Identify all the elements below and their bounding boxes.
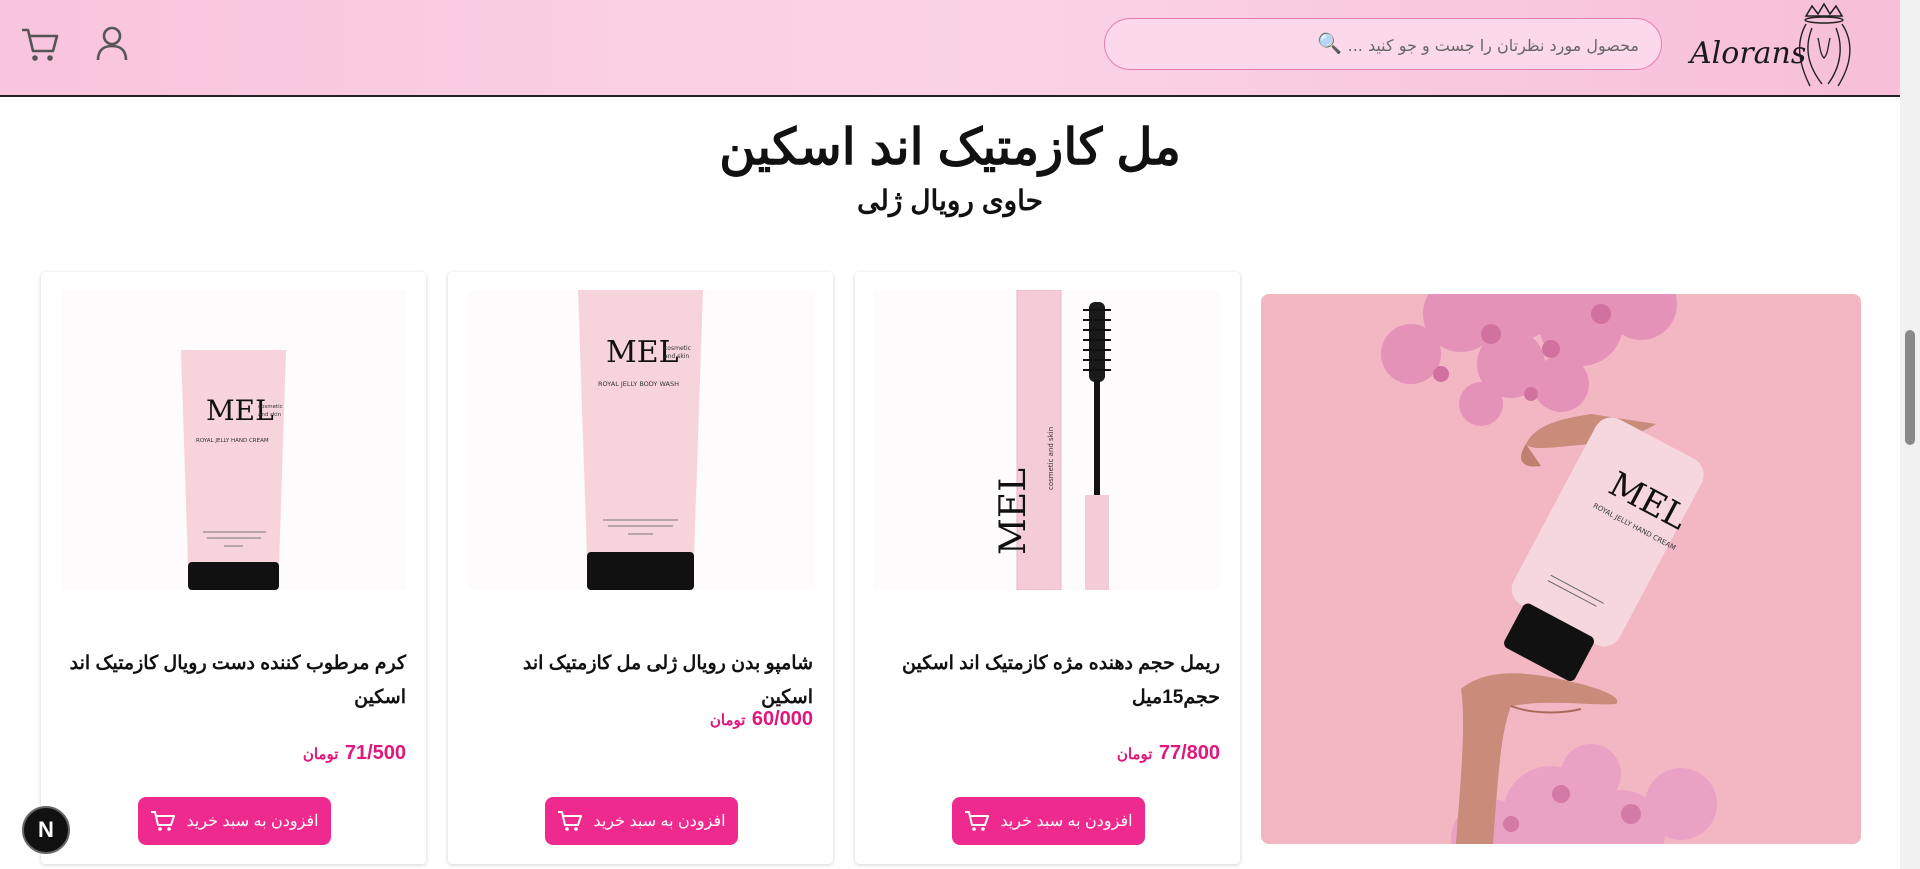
cart-icon[interactable] (20, 24, 60, 64)
svg-text:MEL: MEL (206, 394, 274, 427)
add-to-cart-button[interactable]: افزودن به سبد خرید (545, 797, 738, 845)
product-image[interactable]: MEL cosmetic and skin ROYAL JELLY HAND C… (61, 290, 406, 590)
price-currency: تومان (709, 712, 746, 729)
user-icon[interactable] (92, 24, 132, 64)
svg-text:and skin: and skin (258, 412, 282, 418)
svg-text:MEL: MEL (993, 468, 1034, 555)
add-to-cart-button[interactable]: افزودن به سبد خرید (138, 797, 331, 845)
price-value: 77/800 (1158, 742, 1220, 764)
banner-image: MEL ROYAL JELLY HAND CREAM (1261, 294, 1861, 844)
add-to-cart-label: افزودن به سبد خرید (186, 813, 319, 830)
search-input[interactable] (1337, 30, 1641, 60)
svg-text:and skin: and skin (664, 353, 689, 360)
hand-cream-image: MEL cosmetic and skin ROYAL JELLY HAND C… (61, 290, 406, 590)
body-wash-image: MEL cosmetic and skin ROYAL JELLY BODY W… (468, 290, 813, 590)
section-subtitle: حاوی رویال ژلی (857, 185, 1043, 216)
scrollbar-thumb[interactable] (1905, 330, 1915, 445)
svg-text:cosmetic: cosmetic (258, 404, 283, 410)
page-scrollbar[interactable] (1900, 0, 1920, 869)
search-icon[interactable]: 🔍 (1317, 31, 1342, 55)
cart-icon (558, 811, 583, 831)
product-card[interactable]: MEL cosmetic and skin ROYAL JELLY BODY W… (448, 272, 833, 864)
promo-banner[interactable]: MEL ROYAL JELLY HAND CREAM (1261, 294, 1861, 844)
product-image[interactable]: MEL cosmetic and skin ROYAL JELLY BODY W… (468, 290, 813, 590)
price-currency: تومان (1116, 746, 1153, 763)
svg-text:cosmetic and skin: cosmetic and skin (1047, 427, 1055, 490)
add-to-cart-button[interactable]: افزودن به سبد خرید (952, 797, 1145, 845)
svg-text:cosmetic: cosmetic (664, 345, 691, 352)
product-price: 71/500 تومان (66, 742, 406, 765)
product-price: 77/800 تومان (880, 742, 1220, 765)
logo-emblem (1798, 2, 1851, 87)
svg-text:ROYAL JELLY BODY WASH: ROYAL JELLY BODY WASH (598, 380, 679, 388)
product-card[interactable]: MEL cosmetic and skin ROYAL JELLY HAND C… (41, 272, 426, 864)
price-currency: تومان (302, 746, 339, 763)
product-name[interactable]: ریمل حجم دهنده مژه کازمتیک اند اسکین حجم… (880, 647, 1220, 715)
price-value: 60/000 (751, 708, 813, 730)
site-logo[interactable]: Alorans (1690, 2, 1860, 90)
cart-icon (965, 811, 990, 831)
price-value: 71/500 (344, 742, 406, 764)
product-price: 60/000 تومان (473, 708, 813, 731)
floating-action-button[interactable]: N (22, 806, 70, 854)
site-header: Alorans 🔍 (0, 0, 1900, 97)
add-to-cart-label: افزودن به سبد خرید (593, 813, 726, 830)
svg-text:ROYAL JELLY HAND CREAM: ROYAL JELLY HAND CREAM (196, 438, 269, 444)
product-image[interactable]: MEL cosmetic and skin (875, 289, 1220, 591)
section-title: مل کازمتیک اند اسکین (719, 119, 1181, 175)
mascara-image: MEL cosmetic and skin (875, 289, 1220, 591)
search-bar[interactable]: 🔍 (1104, 18, 1662, 70)
fab-label: N (38, 817, 54, 842)
add-to-cart-label: افزودن به سبد خرید (1000, 813, 1133, 830)
cart-icon (151, 811, 176, 831)
product-name[interactable]: کرم مرطوب کننده دست رویال کازمتیک اند اس… (66, 647, 406, 715)
product-card[interactable]: MEL cosmetic and skin ریمل حجم دهنده مژه… (855, 272, 1240, 864)
product-name[interactable]: شامپو بدن رویال ژلی مل کازمتیک اند اسکین (473, 647, 813, 715)
